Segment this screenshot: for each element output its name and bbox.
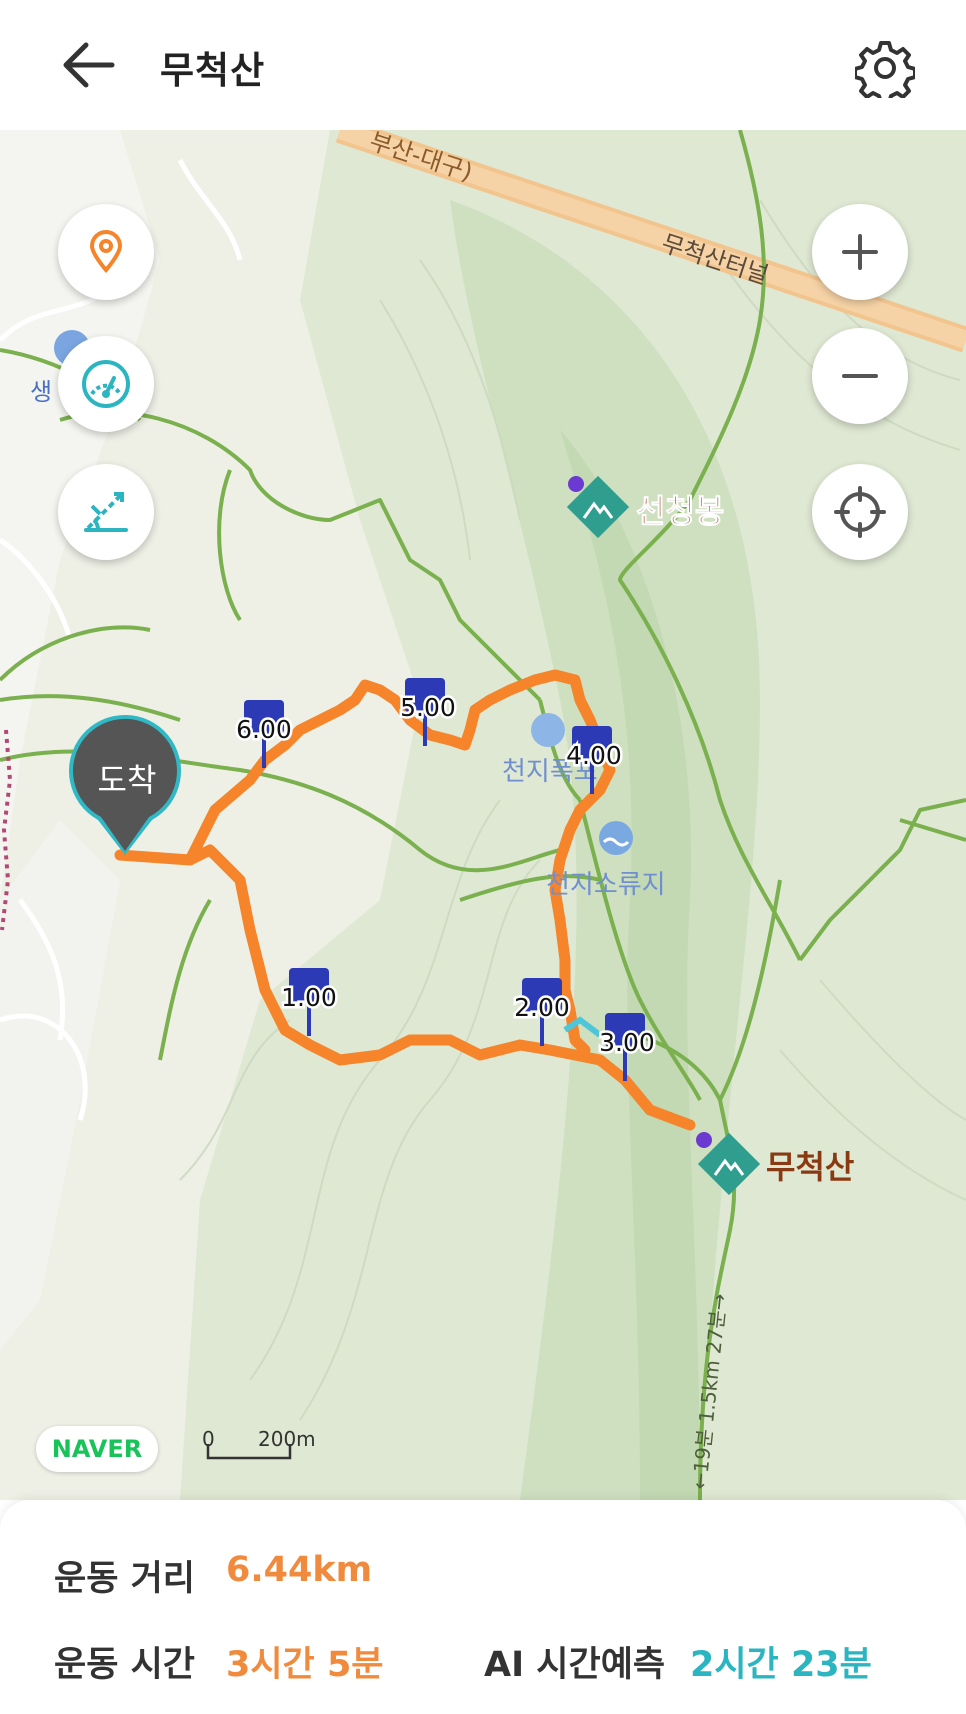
svg-text:200m: 200m [258, 1427, 316, 1451]
svg-text:4.00: 4.00 [566, 741, 622, 770]
app-header: 무척산 [0, 0, 966, 130]
map-canvas: 부산-대구) 무척산터널 생 천지폭포 천지소류지 선청봉 무척산 ←19분 1… [0, 130, 966, 1500]
svg-text:3.00: 3.00 [599, 1028, 655, 1057]
my-location-button[interactable] [812, 464, 908, 560]
gear-icon [853, 41, 917, 105]
summit-dot-icon [696, 1132, 712, 1148]
trail-map[interactable]: 부산-대구) 무척산터널 생 천지폭포 천지소류지 선청봉 무척산 ←19분 1… [0, 130, 966, 1500]
ai-time-label: AI 시간예측 [484, 1645, 666, 1685]
slope-button[interactable] [58, 464, 154, 560]
svg-text:6.00: 6.00 [236, 715, 292, 744]
svg-text:2.00: 2.00 [514, 993, 570, 1022]
naver-logo: NAVER [36, 1426, 158, 1472]
time-value: 3시간 5분 [226, 1645, 384, 1685]
location-pin-icon [89, 230, 123, 274]
settings-button[interactable] [853, 38, 917, 105]
svg-text:5.00: 5.00 [400, 693, 456, 722]
ai-time-value: 2시간 23분 [690, 1645, 872, 1685]
reservoir-label: 천지소류지 [546, 870, 666, 900]
speed-button[interactable] [58, 336, 154, 432]
arrow-left-icon [63, 42, 115, 88]
peak-label: 무척산 [766, 1148, 854, 1186]
back-button[interactable] [58, 38, 118, 92]
partial-place-label: 생 [30, 378, 52, 406]
zoom-out-button[interactable] [812, 328, 908, 424]
page-title: 무척산 [160, 49, 266, 92]
zoom-in-button[interactable] [812, 204, 908, 300]
time-label: 운동 시간 [54, 1645, 195, 1685]
peak-label: 선청봉 [636, 492, 724, 530]
distance-value: 6.44km [226, 1550, 373, 1590]
slope-icon [84, 492, 128, 532]
arrival-label: 도착 [98, 761, 157, 799]
crosshair-icon [834, 486, 886, 538]
zoom-out-icon [842, 374, 878, 378]
stats-panel: 운동 거리 6.44km 운동 시간 3시간 5분 AI 시간예측 2시간 23… [0, 1500, 966, 1714]
distance-label: 운동 거리 [54, 1559, 195, 1599]
svg-text:1.00: 1.00 [281, 983, 337, 1012]
speedometer-icon [82, 360, 130, 408]
zoom-in-icon [842, 234, 878, 270]
location-button[interactable] [58, 204, 154, 300]
summit-dot-icon [568, 476, 584, 492]
svg-text:0: 0 [202, 1427, 215, 1451]
